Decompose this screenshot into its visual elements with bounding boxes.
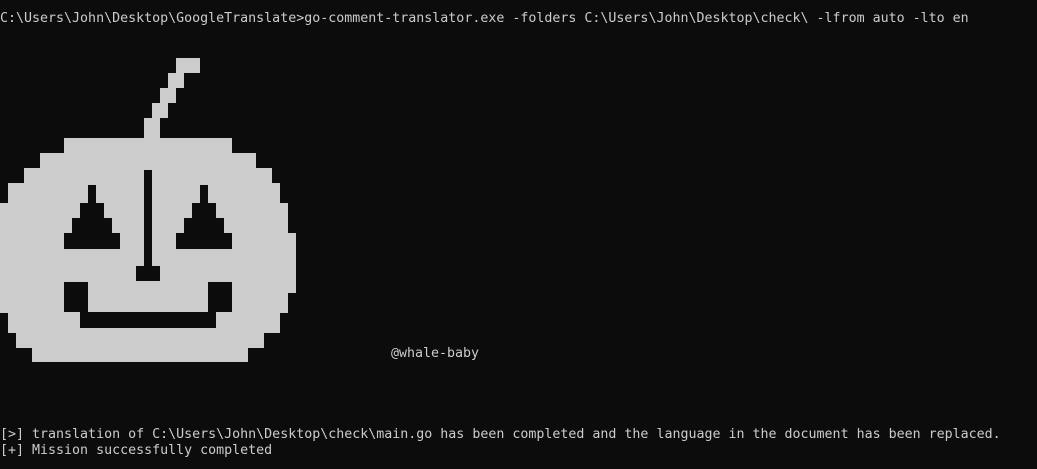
pumpkin-ascii-art [0, 58, 296, 362]
command-prompt-line: C:\Users\John\Desktop\GoogleTranslate>go… [0, 11, 969, 26]
output-line: [+] Mission successfully completed [0, 443, 273, 458]
author-signature: @whale-baby [391, 346, 480, 361]
output-line: [>] translation of C:\Users\John\Desktop… [0, 427, 1001, 442]
